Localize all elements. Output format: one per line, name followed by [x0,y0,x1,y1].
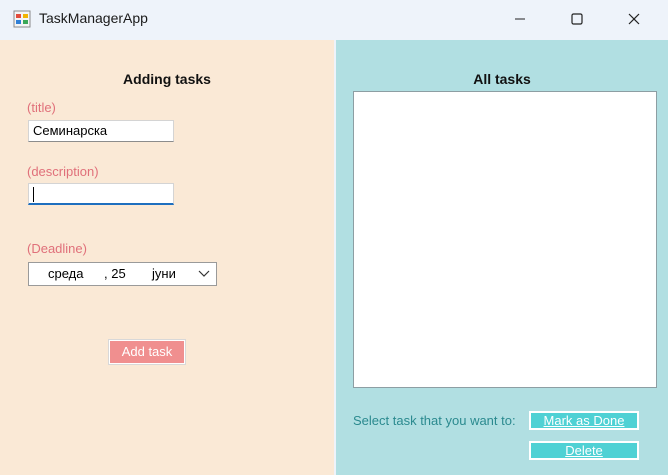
window-title: TaskManagerApp [39,10,148,26]
adding-tasks-panel: Adding tasks (title) Семинарска (descrip… [0,40,334,475]
deadline-day: , 25 [104,266,126,281]
deadline-label: (Deadline) [27,241,87,256]
title-input-value: Семинарска [33,123,108,138]
app-window: TaskManagerApp Adding tasks (title) Семи… [0,0,668,475]
maximize-button[interactable] [554,0,600,38]
description-input[interactable] [28,183,174,205]
minimize-icon [515,18,525,20]
add-task-button[interactable]: Add task [108,339,186,365]
text-caret [33,187,34,202]
deadline-date-picker[interactable]: среда , 25 јуни [28,262,217,286]
title-input[interactable]: Семинарска [28,120,174,142]
close-icon [628,13,640,25]
chevron-down-icon[interactable] [198,266,210,281]
app-icon [13,10,31,28]
title-label: (title) [27,100,56,115]
select-task-prompt: Select task that you want to: [353,413,516,428]
adding-tasks-heading: Adding tasks [123,71,211,87]
task-list[interactable] [353,91,657,388]
minimize-button[interactable] [497,0,543,38]
delete-button[interactable]: Delete [529,441,639,460]
maximize-icon [571,13,583,25]
close-button[interactable] [611,0,657,38]
all-tasks-heading: All tasks [473,71,531,87]
deadline-month: јуни [152,266,176,281]
deadline-weekday: среда [48,266,84,281]
mark-as-done-button[interactable]: Mark as Done [529,411,639,430]
all-tasks-panel: All tasks Select task that you want to: … [336,40,668,475]
title-bar[interactable]: TaskManagerApp [0,0,668,38]
description-label: (description) [27,164,99,179]
